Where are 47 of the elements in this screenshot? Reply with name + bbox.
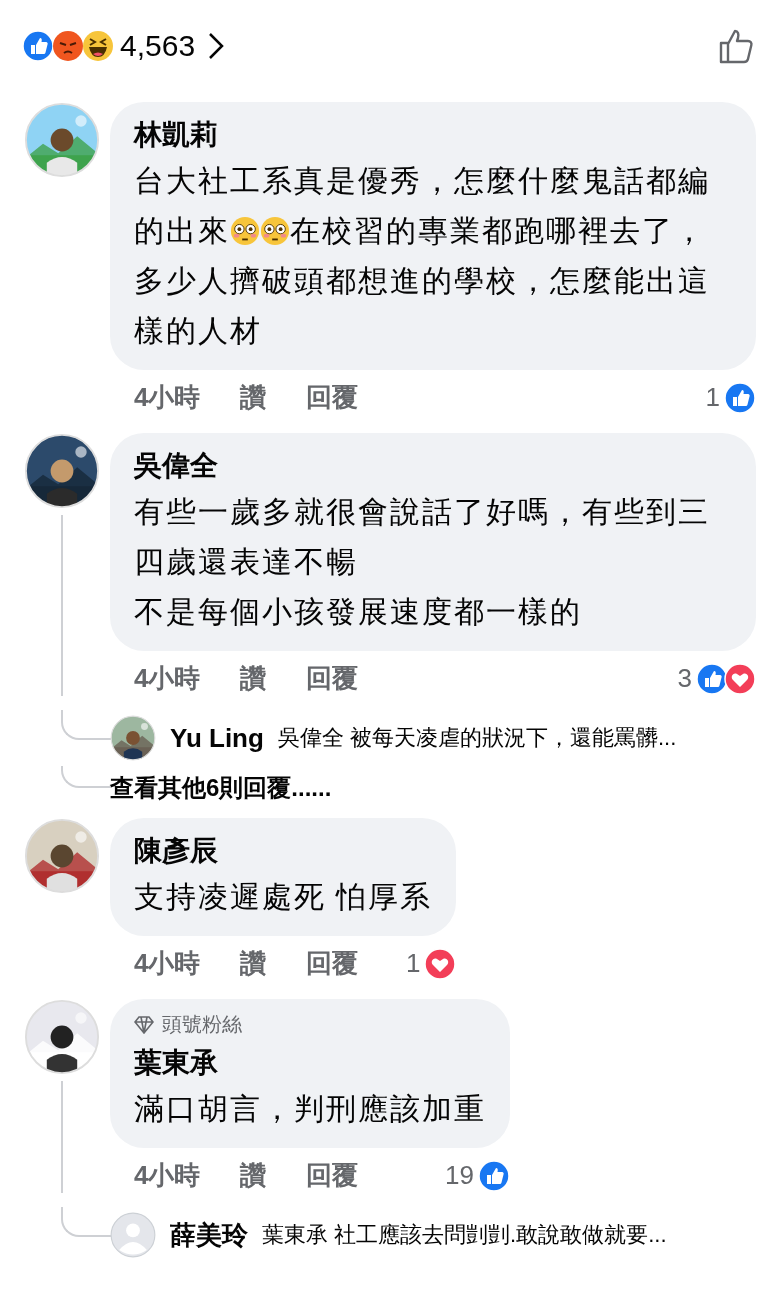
reaction-count[interactable]: 19 [445,1160,474,1191]
like-icon[interactable] [718,27,756,65]
like-link[interactable]: 讚 [240,1158,267,1193]
like-reaction-icon [22,30,54,62]
commenter-name[interactable]: 吳偉全 [134,445,732,487]
comment-text: 台大社工系真是優秀，怎麼什麼鬼話都編的出來 在校習的專業都跑哪裡去了，多少人擠破頭都想進的學校，怎麼能出這樣的人材 [134,163,711,349]
like-reaction-icon [696,662,728,695]
reaction-count[interactable]: 1 [705,382,720,413]
more-replies-link[interactable]: 查看其他6則回覆...... [110,774,332,801]
reply-preview[interactable]: 葉東承 社工應該去問剴剴.敢說敢做就要... [262,1220,667,1250]
like-link[interactable]: 讚 [240,946,267,981]
reply-link[interactable]: 回覆 [306,380,359,415]
comment-text: 滿口胡言，判刑應該加重 [134,1091,486,1127]
diamond-icon [134,1015,154,1034]
angry-face-icon [52,30,84,62]
reaction-count[interactable]: 3 [677,663,692,694]
like-reaction-icon [478,1159,510,1192]
reaction-count[interactable]: 4,563 [120,29,196,63]
thread-connector [61,710,111,740]
timestamp: 4小時 [134,1159,201,1192]
heart-reaction-icon [724,662,756,695]
reply-author[interactable]: Yu Ling [170,722,264,754]
timestamp: 4小時 [134,381,201,414]
reply-link[interactable]: 回覆 [306,1158,359,1193]
flushed-face-icon [260,216,290,246]
reaction-count[interactable]: 1 [405,948,421,979]
flushed-face-icon [230,216,260,246]
thread-connector [61,766,111,788]
chevron-right-icon[interactable] [207,31,226,61]
reply-author[interactable]: 薛美玲 [170,1217,248,1253]
reply-preview[interactable]: 吳偉全 被每天凌虐的狀況下，還能罵髒... [277,723,677,753]
like-link[interactable]: 讚 [240,380,267,415]
reply-link[interactable]: 回覆 [306,661,359,696]
laughing-face-icon [82,30,114,62]
commenter-name[interactable]: 葉東承 [134,1042,486,1084]
comment-text: 支持凌遲處死 怕厚系 [134,879,433,915]
like-reaction-icon [724,381,756,414]
comment-text: 有些一歲多就很會說話了好嗎，有些到三四歲還表達不暢 不是每個小孩發展速度都一樣的 [134,494,711,630]
timestamp: 4小時 [134,947,201,980]
heart-reaction-icon [424,947,457,980]
timestamp: 4小時 [134,662,201,695]
default-avatar-icon [110,1212,156,1258]
commenter-name[interactable]: 陳彥辰 [134,830,433,872]
commenter-name[interactable]: 林凱莉 [134,114,732,156]
like-link[interactable]: 讚 [240,661,267,696]
reply-link[interactable]: 回覆 [306,946,359,981]
badge-label: 頭號粉絲 [162,1012,242,1037]
